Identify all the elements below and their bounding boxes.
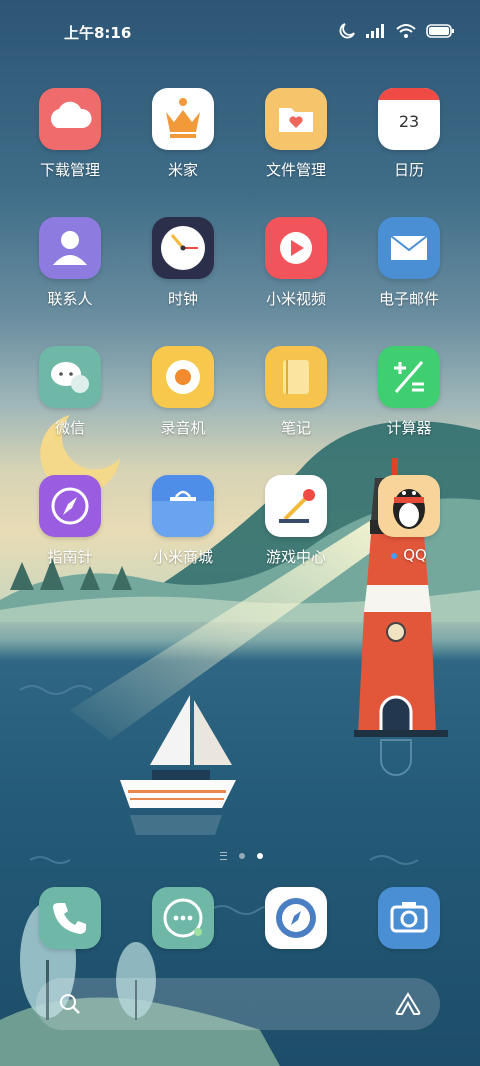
play-icon	[265, 217, 327, 279]
search-icon	[60, 994, 80, 1014]
battery-icon	[426, 24, 454, 38]
app-recorder[interactable]: 录音机	[133, 346, 233, 438]
app-mijia[interactable]: 米家	[133, 88, 233, 180]
app-label: 时钟	[167, 290, 198, 308]
shopping-bag-icon	[152, 475, 214, 537]
app-label: QQ	[359, 546, 459, 564]
app-label: 录音机	[160, 419, 206, 437]
calendar-icon: 23	[378, 88, 440, 150]
envelope-icon	[378, 217, 440, 279]
clock-icon	[152, 217, 214, 279]
app-label: 下载管理	[39, 161, 100, 179]
dock-messages[interactable]	[133, 887, 233, 949]
app-game-center[interactable]: 游戏中心	[246, 475, 346, 567]
signal-icon	[366, 24, 384, 38]
app-mi-store[interactable]: 小米商城	[133, 475, 233, 567]
message-bubble-icon	[152, 887, 214, 949]
record-icon	[152, 346, 214, 408]
crown-icon	[152, 88, 214, 150]
app-contacts[interactable]: 联系人	[20, 217, 120, 309]
app-label: 电子邮件	[378, 290, 439, 308]
compass-icon	[39, 475, 101, 537]
app-label: 笔记	[280, 419, 311, 437]
app-file-manager[interactable]: 文件管理	[246, 88, 346, 180]
assistant-icon[interactable]	[394, 990, 422, 1018]
calculator-icon	[378, 346, 440, 408]
status-bar: 上午8:16	[0, 0, 480, 62]
app-qq[interactable]: QQ	[359, 475, 459, 564]
app-label: 文件管理	[265, 161, 326, 179]
app-label: 微信	[54, 419, 85, 437]
app-label: 米家	[167, 161, 198, 179]
person-icon	[39, 217, 101, 279]
app-notes[interactable]: 笔记	[246, 346, 346, 438]
page-dot-active[interactable]	[257, 853, 263, 859]
do-not-disturb-moon-icon	[339, 23, 355, 39]
download-cloud-icon	[39, 88, 101, 150]
browser-compass-icon	[265, 887, 327, 949]
home-screen: 上午8:16 下载管理 米家 文件管理 23 日历 联系人 时钟 小米视频 电子…	[0, 0, 480, 1066]
wifi-icon	[396, 24, 416, 38]
calendar-date: 23	[398, 112, 420, 131]
joystick-icon	[265, 475, 327, 537]
dock-camera[interactable]	[359, 887, 459, 949]
page-indicator[interactable]	[220, 852, 263, 860]
app-clock[interactable]: 时钟	[133, 217, 233, 309]
app-label: 计算器	[386, 419, 432, 437]
app-label: 联系人	[47, 290, 93, 308]
app-label-text: QQ	[403, 546, 427, 564]
new-install-dot	[391, 552, 398, 559]
status-time: 上午8:16	[64, 24, 132, 42]
notebook-icon	[265, 346, 327, 408]
search-bar[interactable]	[36, 978, 440, 1030]
page-dot[interactable]	[239, 853, 245, 859]
chat-bubbles-icon	[39, 346, 101, 408]
page-menu-indicator[interactable]	[220, 852, 227, 860]
app-label: 游戏中心	[265, 548, 326, 566]
folder-heart-icon	[265, 88, 327, 150]
status-icons	[338, 22, 454, 40]
app-label: 日历	[393, 161, 424, 179]
penguin-icon	[378, 475, 440, 537]
app-compass[interactable]: 指南针	[20, 475, 120, 567]
phone-icon	[39, 887, 101, 949]
app-download-manager[interactable]: 下载管理	[20, 88, 120, 180]
app-label: 指南针	[47, 548, 93, 566]
app-label: 小米视频	[265, 290, 326, 308]
app-calendar[interactable]: 23 日历	[359, 88, 459, 180]
app-calculator[interactable]: 计算器	[359, 346, 459, 438]
app-email[interactable]: 电子邮件	[359, 217, 459, 309]
dock-browser[interactable]	[246, 887, 346, 949]
app-label: 小米商城	[152, 548, 213, 566]
app-mi-video[interactable]: 小米视频	[246, 217, 346, 309]
app-wechat[interactable]: 微信	[20, 346, 120, 438]
camera-icon	[378, 887, 440, 949]
dock-phone[interactable]	[20, 887, 120, 949]
